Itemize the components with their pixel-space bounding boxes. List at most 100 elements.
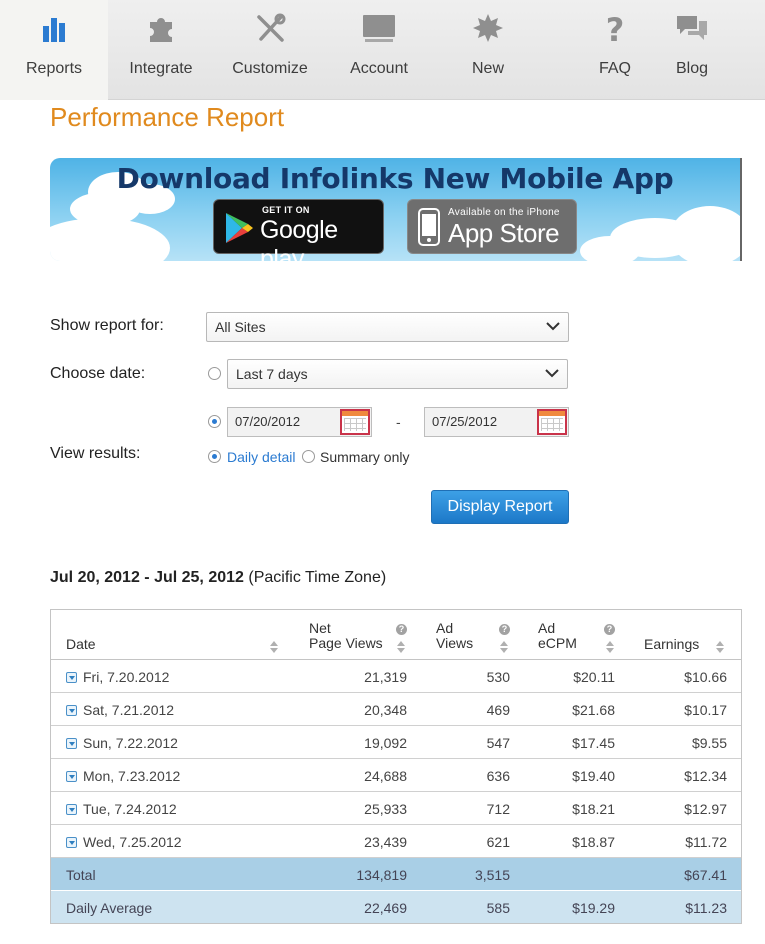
- col-ad-ecpm[interactable]: Ad eCPM: [538, 621, 577, 651]
- cell-net-page-views: 23,439: [364, 834, 407, 850]
- calendar-icon[interactable]: [340, 409, 370, 435]
- table-header: Date Net Page Views ? Ad Views ? Ad eCPM…: [51, 610, 741, 660]
- average-row: Daily Average 22,469 585 $19.29 $11.23: [51, 891, 741, 924]
- date-preset-select[interactable]: Last 7 days: [227, 359, 568, 389]
- starburst-icon: [473, 14, 503, 42]
- nav-blog[interactable]: Blog: [638, 0, 746, 100]
- svg-text:?: ?: [606, 12, 625, 46]
- sort-icon[interactable]: [397, 641, 405, 653]
- average-ad-views: 585: [486, 900, 510, 916]
- nav-customize[interactable]: Customize: [216, 0, 324, 100]
- nav-label: Integrate: [129, 60, 193, 77]
- tools-icon: [257, 13, 286, 42]
- sort-icon[interactable]: [606, 641, 614, 653]
- view-label: View results:: [50, 445, 141, 462]
- google-play-label: Google play: [260, 216, 338, 261]
- mobile-app-banner[interactable]: Download Infolinks New Mobile App GET IT…: [50, 158, 742, 261]
- page-title: Performance Report: [50, 102, 285, 132]
- date-preset-radio[interactable]: [208, 367, 221, 380]
- total-earnings: $67.41: [684, 867, 727, 883]
- nav-reports[interactable]: Reports: [0, 0, 108, 100]
- col-header-line: eCPM: [538, 635, 577, 651]
- display-report-button[interactable]: Display Report: [431, 490, 569, 524]
- sort-icon[interactable]: [270, 641, 278, 653]
- date-to-value: 07/25/2012: [432, 414, 498, 429]
- col-net-page-views[interactable]: Net Page Views: [309, 621, 383, 651]
- site-select[interactable]: All Sites: [206, 312, 569, 342]
- sort-icon[interactable]: [500, 641, 508, 653]
- cell-net-page-views: 24,688: [364, 768, 407, 784]
- cell-net-page-views: 20,348: [364, 702, 407, 718]
- date-range-radio[interactable]: [208, 415, 221, 428]
- cloud-decoration: [50, 218, 170, 261]
- col-ad-views[interactable]: Ad Views: [436, 621, 473, 651]
- table-row: Fri, 7.20.2012 21,319 530 $20.11 $10.66: [51, 660, 741, 693]
- nav-account[interactable]: Account: [325, 0, 433, 100]
- expand-row-icon[interactable]: [66, 672, 77, 683]
- nav-integrate[interactable]: Integrate: [107, 0, 215, 100]
- expand-row-icon[interactable]: [66, 837, 77, 848]
- cell-ad-ecpm: $20.11: [573, 669, 615, 685]
- google-play-small-label: GET IT ON: [262, 205, 310, 215]
- cell-earnings: $12.34: [684, 768, 727, 784]
- nav-label: Account: [350, 60, 408, 77]
- total-label: Total: [66, 867, 96, 883]
- average-earnings: $11.23: [685, 900, 727, 916]
- nav-label: New: [471, 60, 504, 77]
- daily-detail-label[interactable]: Daily detail: [227, 449, 295, 465]
- cell-earnings: $11.72: [685, 834, 727, 850]
- cell-ad-views: 530: [486, 669, 510, 685]
- help-icon[interactable]: ?: [499, 624, 510, 635]
- expand-row-icon[interactable]: [66, 738, 77, 749]
- nav-new[interactable]: New: [434, 0, 542, 100]
- cell-ad-views: 636: [486, 768, 510, 784]
- google-play-button[interactable]: GET IT ON Google play: [213, 199, 384, 261]
- daily-detail-radio[interactable]: [208, 450, 221, 463]
- cell-date: Wed, 7.25.2012: [83, 834, 182, 850]
- cell-ad-ecpm: $21.68: [572, 702, 615, 718]
- date-label: Choose date:: [50, 365, 146, 382]
- cell-net-page-views: 25,933: [364, 801, 407, 817]
- cell-ad-ecpm: $18.87: [572, 834, 615, 850]
- expand-row-icon[interactable]: [66, 804, 77, 815]
- sort-icon[interactable]: [716, 641, 724, 653]
- cell-date: Fri, 7.20.2012: [83, 669, 170, 685]
- cell-net-page-views: 21,319: [364, 669, 407, 685]
- cell-earnings: $10.17: [684, 702, 727, 718]
- nav-label: Customize: [232, 60, 308, 77]
- summary-only-label[interactable]: Summary only: [320, 449, 409, 465]
- col-earnings[interactable]: Earnings: [644, 637, 699, 652]
- col-header-line: Views: [436, 635, 474, 651]
- col-header-line: Ad: [538, 620, 556, 636]
- col-header-line: Ad: [436, 620, 454, 636]
- cell-net-page-views: 19,092: [364, 735, 407, 751]
- cell-ad-ecpm: $18.21: [572, 801, 615, 817]
- app-store-label: App Store: [448, 218, 560, 248]
- cell-earnings: $12.97: [684, 801, 727, 817]
- cell-date: Sun, 7.22.2012: [83, 735, 178, 751]
- expand-row-icon[interactable]: [66, 771, 77, 782]
- top-navigation: Reports Integrate Customize Account New …: [0, 0, 765, 100]
- summary-only-radio[interactable]: [302, 450, 315, 463]
- chevron-down-icon: [545, 369, 559, 378]
- app-store-small-label: Available on the iPhone: [448, 207, 560, 218]
- expand-row-icon[interactable]: [66, 705, 77, 716]
- date-from-input[interactable]: 07/20/2012: [227, 407, 372, 437]
- col-header-line: Page Views: [309, 635, 383, 651]
- speech-bubbles-icon: [677, 16, 707, 40]
- cell-ad-ecpm: $19.40: [572, 768, 615, 784]
- help-icon[interactable]: ?: [604, 624, 615, 635]
- calendar-icon[interactable]: [537, 409, 567, 435]
- table-row: Sun, 7.22.2012 19,092 547 $17.45 $9.55: [51, 726, 741, 759]
- date-to-input[interactable]: 07/25/2012: [424, 407, 569, 437]
- google-play-icon: [226, 213, 253, 243]
- help-icon[interactable]: ?: [396, 624, 407, 635]
- banner-headline: Download Infolinks New Mobile App: [116, 162, 674, 195]
- performance-table: Date Net Page Views ? Ad Views ? Ad eCPM…: [50, 609, 742, 924]
- cell-ad-ecpm: $17.45: [572, 735, 615, 751]
- table-row: Tue, 7.24.2012 25,933 712 $18.21 $12.97: [51, 792, 741, 825]
- cell-ad-views: 712: [486, 801, 510, 817]
- col-date[interactable]: Date: [66, 637, 96, 652]
- monitor-icon: [363, 15, 395, 42]
- app-store-button[interactable]: Available on the iPhone App Store: [407, 199, 577, 254]
